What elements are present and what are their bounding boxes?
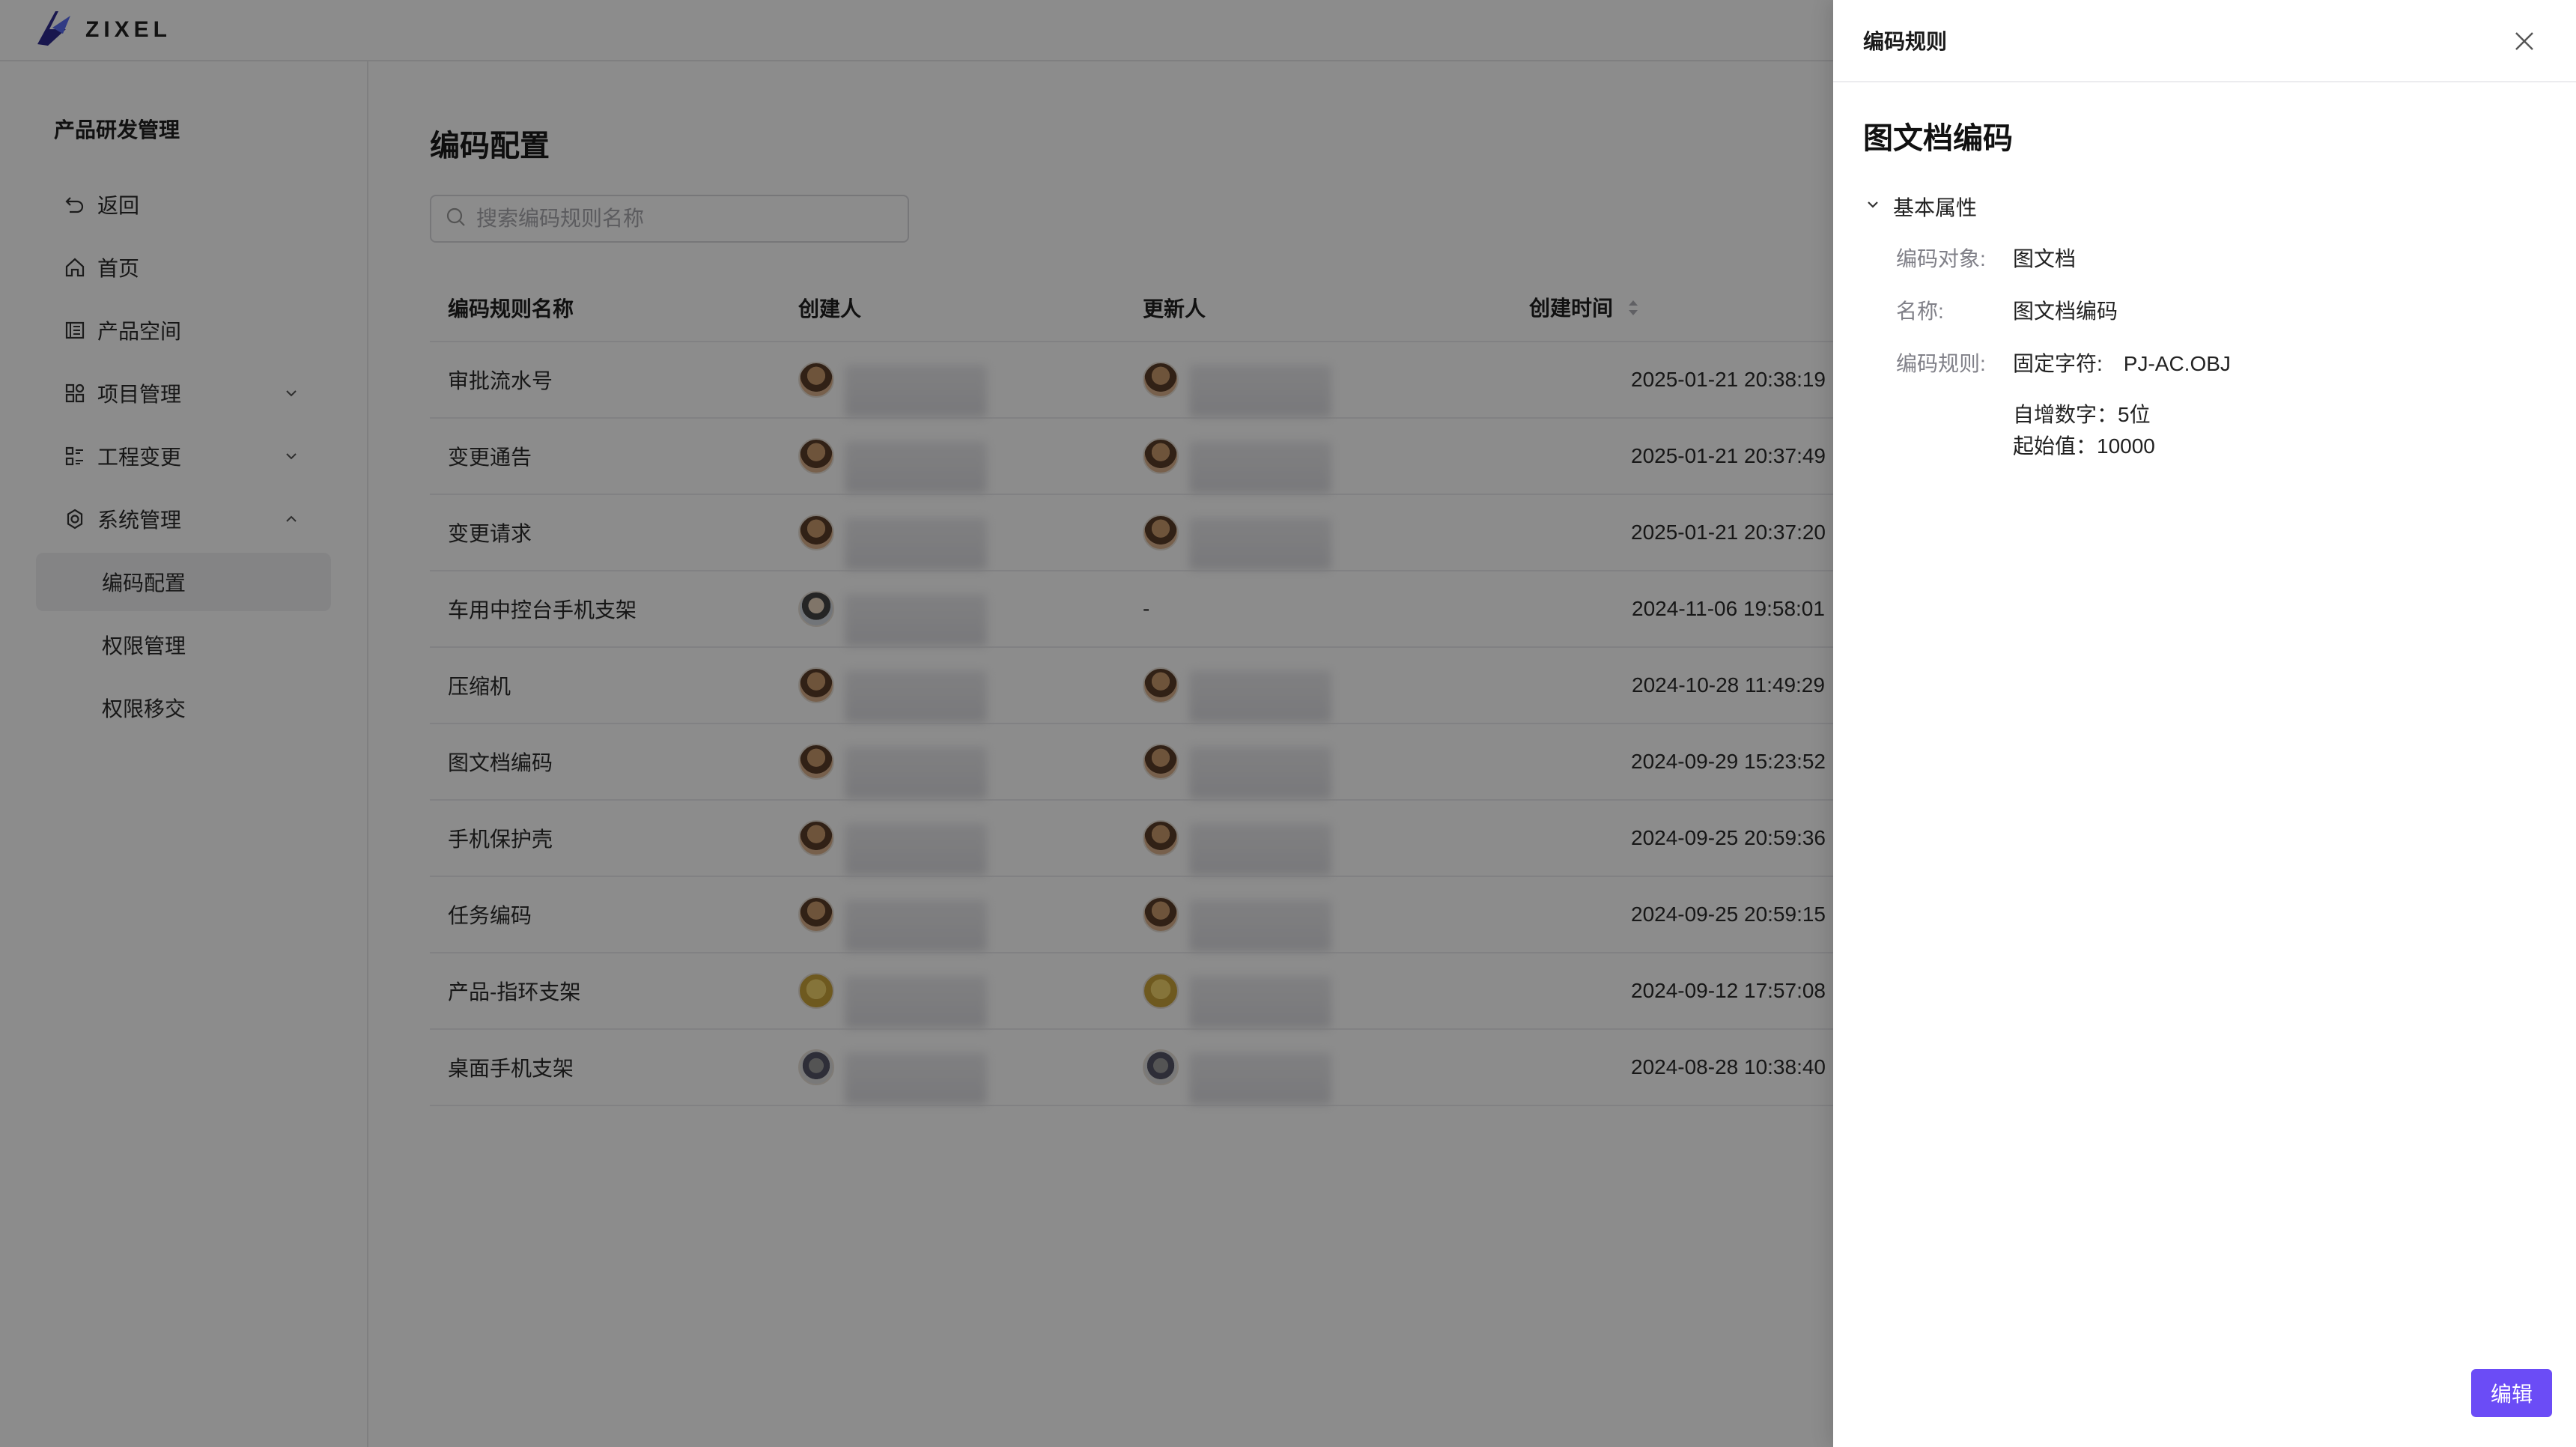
fixed-char-label: 固定字符: — [2013, 352, 2103, 375]
prop-code-rule: 编码规则: 固定字符: PJ-AC.OBJ — [1863, 349, 2546, 379]
rule-start-value: 起始值：10000 — [2013, 434, 2155, 458]
section-basic-properties[interactable]: 基本属性 — [1863, 192, 2546, 222]
prop-label: 名称: — [1896, 300, 1944, 323]
drawer-header: 编码规则 — [1833, 0, 2576, 82]
code-rule-drawer: 编码规则 图文档编码 基本属性 编码对象: 图文档 名称: 图文档编码 编码规则… — [1833, 0, 2576, 1447]
chevron-down-icon — [1863, 195, 1883, 219]
prop-label: 编码规则: — [1896, 352, 1986, 375]
fixed-char-value: PJ-AC.OBJ — [2123, 352, 2231, 375]
prop-label: 编码对象: — [1896, 247, 1986, 270]
prop-value: 固定字符: PJ-AC.OBJ — [2013, 349, 2231, 379]
drawer-title: 编码规则 — [1863, 30, 1948, 53]
close-icon[interactable] — [2512, 28, 2537, 54]
prop-name: 名称: 图文档编码 — [1863, 297, 2546, 327]
prop-code-object: 编码对象: 图文档 — [1863, 244, 2546, 274]
drawer-body: 图文档编码 基本属性 编码对象: 图文档 名称: 图文档编码 编码规则: 固定字… — [1833, 82, 2576, 464]
edit-button[interactable]: 编辑 — [2471, 1369, 2552, 1417]
rule-increment: 自增数字：5位 — [2013, 403, 2151, 426]
record-title: 图文档编码 — [1863, 122, 2013, 155]
prop-value: 图文档 — [2013, 247, 2077, 270]
prop-value: 图文档编码 — [2013, 300, 2118, 323]
section-title: 基本属性 — [1893, 196, 1978, 219]
